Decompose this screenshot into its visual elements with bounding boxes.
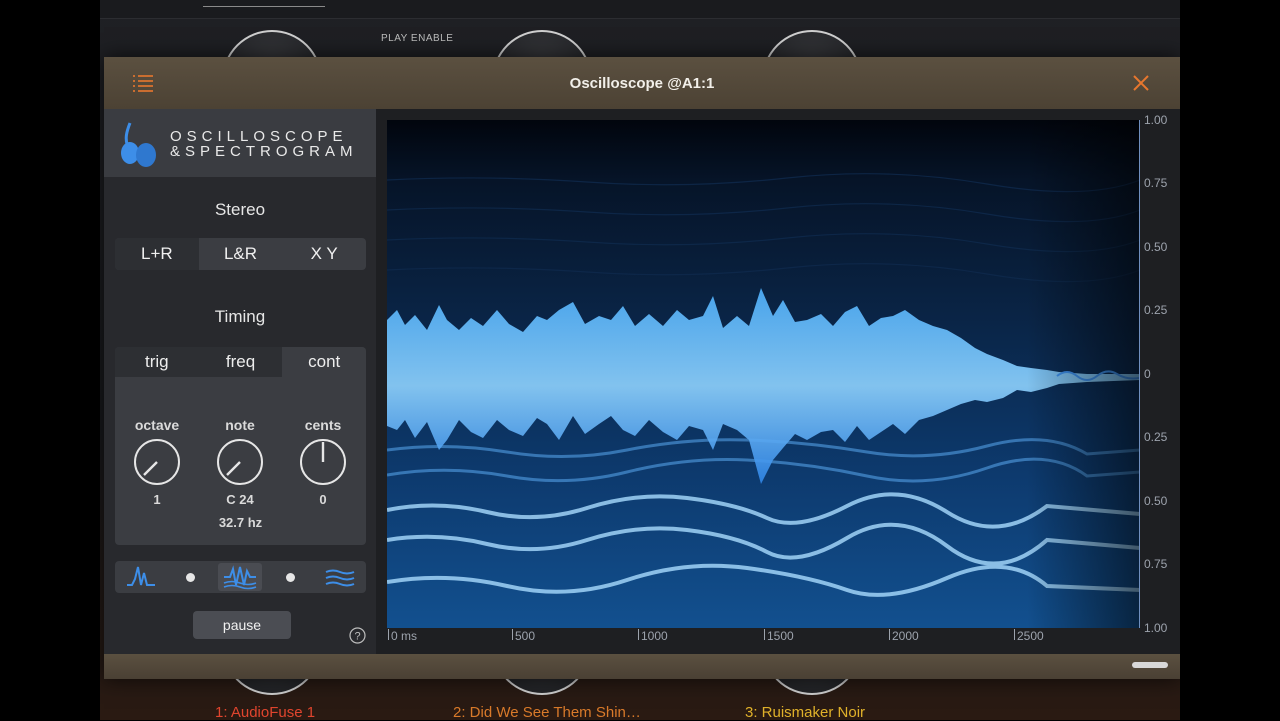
timing-panel: trig freq cont octave 1 note C 24 cents … xyxy=(115,347,366,545)
window-title: Oscilloscope @A1:1 xyxy=(569,75,715,92)
timing-tabs: trig freq cont xyxy=(115,347,366,377)
note-label: note xyxy=(225,417,255,433)
timing-label: Timing xyxy=(214,307,266,326)
tab-cont[interactable]: cont xyxy=(282,347,366,377)
oscilloscope-window: Oscilloscope @A1:1 OSCILLOSCOPE &SPECTRO… xyxy=(104,57,1180,679)
x-tick-label: 0 ms xyxy=(391,629,418,643)
x-tick-label: 500 xyxy=(515,629,536,643)
cents-value: 0 xyxy=(319,492,327,507)
help-icon[interactable]: ? xyxy=(349,627,366,644)
x-tick xyxy=(512,629,513,640)
separator-dot xyxy=(286,573,295,582)
svg-text:?: ? xyxy=(354,631,360,643)
host-tab-underline xyxy=(203,6,325,7)
logo-line2: &SPECTROGRAM xyxy=(170,143,358,160)
resize-handle[interactable] xyxy=(1132,662,1168,668)
stereo-label: Stereo xyxy=(214,200,266,219)
bottom-bar xyxy=(104,654,1180,679)
y-tick-label: 0.50 xyxy=(1144,494,1168,508)
x-tick xyxy=(889,629,890,640)
y-tick-label: 0.75 xyxy=(1144,176,1168,190)
octave-control: octave 1 xyxy=(117,417,197,507)
cents-label: cents xyxy=(304,417,342,433)
pause-button[interactable]: pause xyxy=(193,611,291,639)
leaf-logo-icon xyxy=(121,122,156,167)
title-bar: Oscilloscope @A1:1 xyxy=(104,57,1180,110)
spectrogram-display[interactable] xyxy=(387,120,1140,628)
play-enable-label: PLAY ENABLE xyxy=(381,33,454,44)
stereo-option-lr-sum[interactable]: L+R xyxy=(115,238,199,270)
note-knob[interactable] xyxy=(216,438,264,486)
track-label-1[interactable]: 1: AudioFuse 1 xyxy=(215,704,315,721)
plot-area: 1.00 0.75 0.50 0.25 0 0.25 0.50 0.75 1.0… xyxy=(376,109,1180,654)
x-tick-label: 1000 xyxy=(641,629,668,643)
note-control: note C 24 xyxy=(200,417,280,507)
x-tick xyxy=(638,629,639,640)
note-value: C 24 xyxy=(226,492,254,507)
display-mode-bar xyxy=(115,561,366,593)
track-label-3[interactable]: 3: Ruismaker Noir xyxy=(745,704,865,721)
spectrogram-icon[interactable] xyxy=(318,563,362,591)
x-tick-label: 2500 xyxy=(1017,629,1044,643)
tab-freq[interactable]: freq xyxy=(199,347,283,377)
plugin-logo: OSCILLOSCOPE &SPECTROGRAM xyxy=(104,109,376,177)
stereo-selector: L+R L&R X Y xyxy=(115,238,366,270)
cents-knob[interactable] xyxy=(299,438,347,486)
logo-text: OSCILLOSCOPE &SPECTROGRAM xyxy=(170,129,358,159)
octave-label: octave xyxy=(134,417,180,433)
y-axis-line xyxy=(1139,120,1140,628)
y-tick-label: 1.00 xyxy=(1144,113,1168,127)
logo-line1: OSCILLOSCOPE xyxy=(170,128,348,145)
controls-sidebar: OSCILLOSCOPE &SPECTROGRAM Stereo L+R L&R… xyxy=(104,109,376,654)
x-tick-label: 1500 xyxy=(767,629,794,643)
stereo-option-lr-split[interactable]: L&R xyxy=(199,238,283,270)
cents-control: cents 0 xyxy=(283,417,363,507)
y-tick-label: 0.25 xyxy=(1144,303,1168,317)
y-tick-label: 0.50 xyxy=(1144,240,1168,254)
octave-knob[interactable] xyxy=(133,438,181,486)
y-tick-label: 0.25 xyxy=(1144,430,1168,444)
track-label-2[interactable]: 2: Did We See Them Shin… xyxy=(453,704,641,721)
oscilloscope-wave-icon[interactable] xyxy=(119,563,163,591)
y-tick-label: 0.75 xyxy=(1144,557,1168,571)
x-tick xyxy=(764,629,765,640)
combined-mode-icon[interactable] xyxy=(218,563,262,591)
octave-value: 1 xyxy=(153,492,161,507)
y-tick-label: 0 xyxy=(1144,367,1151,381)
x-tick xyxy=(1014,629,1015,640)
frequency-readout: 32.7 hz xyxy=(218,515,263,530)
separator-dot xyxy=(186,573,195,582)
tab-trig[interactable]: trig xyxy=(115,347,199,377)
x-tick xyxy=(388,629,389,640)
x-tick-label: 2000 xyxy=(892,629,919,643)
y-tick-label: 1.00 xyxy=(1144,621,1168,635)
close-icon[interactable] xyxy=(1132,74,1150,92)
host-top-strip xyxy=(100,0,1180,19)
stereo-option-xy[interactable]: X Y xyxy=(282,238,366,270)
